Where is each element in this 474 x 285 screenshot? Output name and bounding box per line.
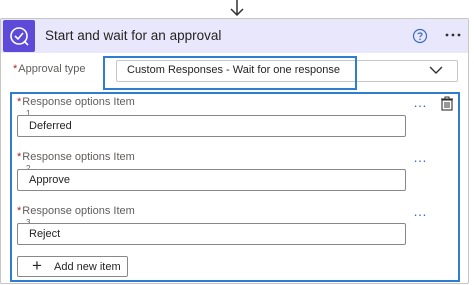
response-option-value: Approve (29, 174, 70, 186)
response-option-label: *Response options Item (17, 151, 135, 163)
item-more-button[interactable]: … (413, 150, 428, 164)
plus-icon: + (32, 256, 42, 275)
arrow-down-icon (230, 0, 244, 17)
approval-type-label: *Approval type (13, 63, 86, 75)
more-options-icon[interactable] (443, 30, 463, 40)
item-more-button[interactable]: … (413, 204, 428, 218)
required-mark: * (13, 63, 18, 75)
approval-type-highlight (103, 56, 357, 90)
response-option-field[interactable] (17, 169, 406, 191)
delete-icon[interactable] (440, 96, 454, 111)
chevron-down-icon[interactable] (429, 66, 443, 75)
item-more-button[interactable]: … (413, 95, 428, 109)
response-option-field[interactable] (17, 115, 406, 137)
response-option-value: Reject (29, 228, 61, 240)
question-circle-icon[interactable] (412, 28, 428, 44)
add-new-item-label: Add new item (54, 261, 121, 273)
approval-icon (3, 20, 35, 52)
response-option-label: *Response options Item (17, 96, 135, 108)
response-option-label: *Response options Item (17, 205, 135, 217)
action-title: Start and wait for an approval (45, 28, 222, 43)
response-option-value: Deferred (29, 120, 72, 132)
response-option-field[interactable] (17, 223, 406, 245)
